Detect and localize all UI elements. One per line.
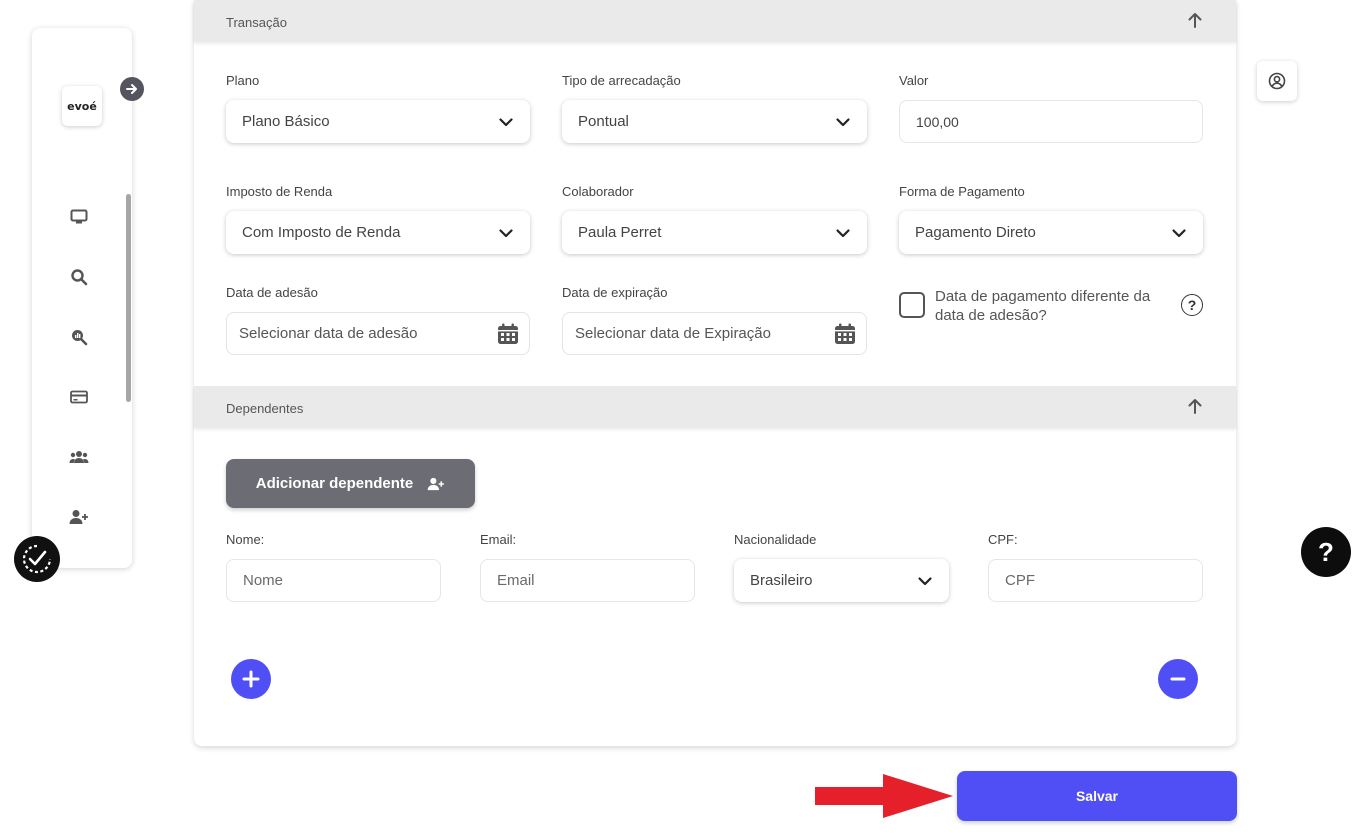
- form-card: Transação Plano Plano Básico Tipo de arr…: [194, 0, 1236, 746]
- forma-pagamento-label: Forma de Pagamento: [899, 184, 1025, 199]
- transacao-section-header[interactable]: Transação: [194, 0, 1236, 42]
- forma-pagamento-select[interactable]: Pagamento Direto: [899, 211, 1203, 254]
- data-expiracao-label: Data de expiração: [562, 285, 668, 300]
- cpf-label: CPF:: [988, 532, 1018, 547]
- data-expiracao-placeholder: Selecionar data de Expiração: [575, 325, 771, 342]
- logo-text: evoé: [67, 99, 97, 113]
- section-title: Dependentes: [226, 401, 304, 416]
- tipo-arrecadacao-select[interactable]: Pontual: [562, 100, 867, 143]
- search-icon: [71, 269, 88, 286]
- imposto-renda-select[interactable]: Com Imposto de Renda: [226, 211, 530, 254]
- valor-label: Valor: [899, 73, 929, 88]
- colaborador-label: Colaborador: [562, 184, 634, 199]
- email-input[interactable]: Email: [480, 559, 695, 602]
- monitor-icon: [70, 209, 88, 224]
- data-pagamento-diferente-checkbox[interactable]: [899, 292, 925, 318]
- sidebar-item-groups[interactable]: [68, 446, 90, 468]
- arrow-up-icon[interactable]: [1186, 397, 1204, 415]
- nome-label: Nome:: [226, 532, 265, 547]
- calendar-icon[interactable]: [834, 323, 856, 345]
- plano-label: Plano: [226, 73, 260, 88]
- nacionalidade-value: Brasileiro: [750, 572, 813, 589]
- user-circle-icon: [1268, 72, 1286, 90]
- add-user-icon: [427, 477, 445, 490]
- cookie-consent-button[interactable]: [14, 536, 60, 582]
- section-title: Transação: [226, 15, 287, 30]
- help-tooltip-icon[interactable]: ?: [1181, 294, 1203, 316]
- data-expiracao-input[interactable]: Selecionar data de Expiração: [562, 312, 867, 355]
- save-button[interactable]: Salvar: [957, 771, 1237, 821]
- valor-value: 100,00: [916, 113, 959, 130]
- chevron-down-icon: [1172, 228, 1186, 237]
- add-dependent-label: Adicionar dependente: [255, 475, 414, 492]
- chevron-down-icon: [918, 576, 932, 585]
- nacionalidade-select[interactable]: Brasileiro: [734, 559, 949, 602]
- chevron-down-icon: [836, 117, 850, 126]
- chevron-down-icon: [499, 228, 513, 237]
- nacionalidade-label: Nacionalidade: [734, 532, 817, 547]
- help-glyph: ?: [1187, 297, 1197, 313]
- logo[interactable]: evoé: [62, 86, 102, 126]
- sidebar: evoé: [32, 28, 144, 568]
- sidebar-item-dashboard[interactable]: [68, 206, 90, 228]
- data-pagamento-diferente-label: Data de pagamento diferente da data de a…: [935, 288, 1151, 324]
- minus-icon: [1170, 677, 1186, 681]
- sidebar-scrollbar[interactable]: [126, 194, 131, 402]
- cpf-placeholder: CPF: [1005, 572, 1035, 589]
- nome-placeholder: Nome: [243, 572, 284, 589]
- credit-card-icon: [70, 390, 88, 404]
- sidebar-item-search[interactable]: [68, 266, 90, 288]
- valor-input[interactable]: 100,00: [899, 100, 1203, 143]
- arrow-up-icon[interactable]: [1186, 11, 1204, 29]
- email-placeholder: Email: [497, 572, 535, 589]
- cookie-check-icon: [22, 544, 52, 574]
- arrow-right-icon: [126, 84, 137, 94]
- plus-icon: [242, 670, 260, 688]
- user-profile-button[interactable]: [1257, 61, 1297, 101]
- imposto-renda-label: Imposto de Renda: [226, 184, 333, 199]
- email-label: Email:: [480, 532, 517, 547]
- forma-pagamento-value: Pagamento Direto: [915, 224, 1036, 241]
- users-icon: [69, 451, 89, 463]
- colaborador-select[interactable]: Paula Perret: [562, 211, 867, 254]
- data-adesao-label: Data de adesão: [226, 285, 318, 300]
- chevron-down-icon: [499, 117, 513, 126]
- tipo-arrecadacao-value: Pontual: [578, 113, 629, 130]
- analytics-search-icon: [72, 330, 88, 346]
- add-row-button[interactable]: [231, 659, 271, 699]
- imposto-renda-value: Com Imposto de Renda: [242, 224, 401, 241]
- colaborador-value: Paula Perret: [578, 224, 662, 241]
- add-dependent-button[interactable]: Adicionar dependente: [226, 459, 475, 508]
- save-button-label: Salvar: [1075, 788, 1119, 804]
- sidebar-item-add-user[interactable]: [68, 506, 90, 528]
- help-button[interactable]: ?: [1301, 527, 1351, 577]
- chevron-down-icon: [836, 228, 850, 237]
- expand-sidebar-button[interactable]: [120, 77, 144, 101]
- remove-row-button[interactable]: [1158, 659, 1198, 699]
- sidebar-item-payments[interactable]: [68, 386, 90, 408]
- data-adesao-placeholder: Selecionar data de adesão: [239, 325, 418, 342]
- data-adesao-input[interactable]: Selecionar data de adesão: [226, 312, 530, 355]
- red-arrow-annotation: [815, 774, 953, 818]
- add-user-icon: [69, 510, 88, 524]
- dependentes-section-header[interactable]: Dependentes: [194, 386, 1236, 428]
- plano-value: Plano Básico: [242, 113, 330, 130]
- cpf-input[interactable]: CPF: [988, 559, 1203, 602]
- tipo-arrecadacao-label: Tipo de arrecadação: [562, 73, 681, 88]
- nome-input[interactable]: Nome: [226, 559, 441, 602]
- help-button-glyph: ?: [1318, 536, 1334, 567]
- sidebar-item-analytics[interactable]: [68, 326, 90, 348]
- plano-select[interactable]: Plano Básico: [226, 100, 530, 143]
- calendar-icon[interactable]: [497, 323, 519, 345]
